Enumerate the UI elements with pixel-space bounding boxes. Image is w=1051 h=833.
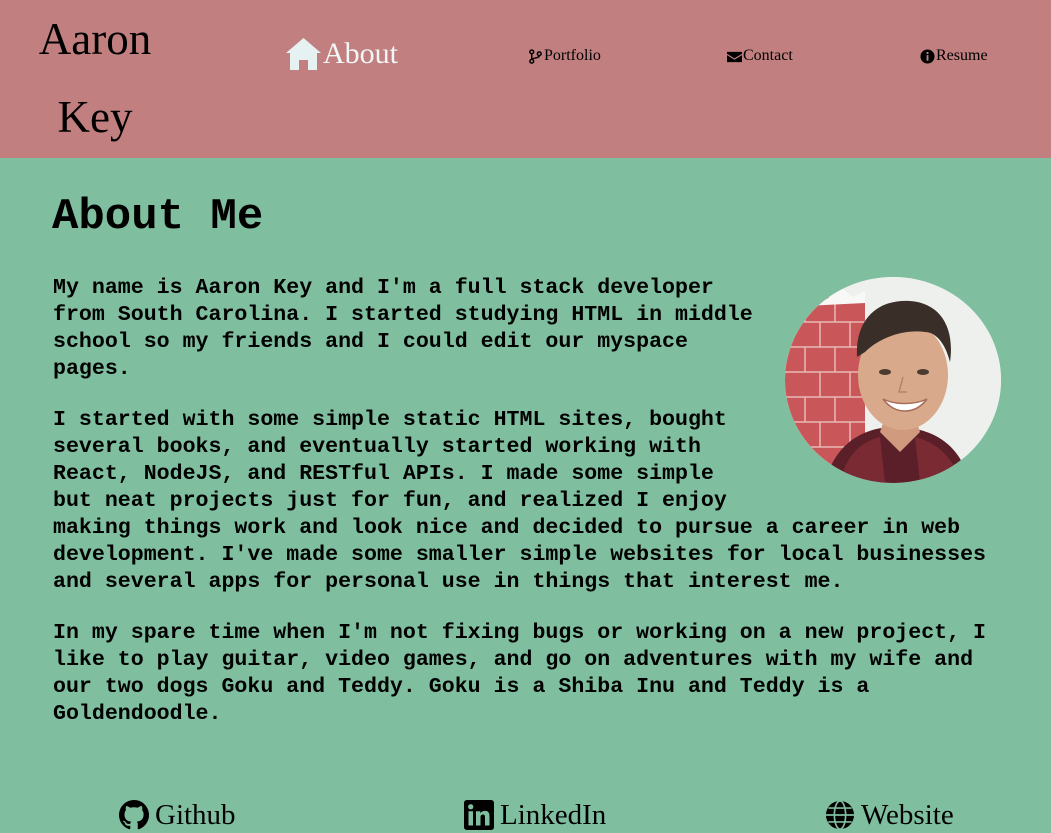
nav-about-link[interactable]: About xyxy=(285,34,398,74)
about-content: My name is Aaron Key and I'm a full stac… xyxy=(53,275,1001,752)
nav-resume-label: Resume xyxy=(936,47,988,64)
about-paragraph-3: In my spare time when I'm not fixing bug… xyxy=(53,621,987,726)
github-icon xyxy=(119,800,149,830)
nav-portfolio-label: Portfolio xyxy=(544,47,601,64)
github-link[interactable]: Github xyxy=(119,797,236,833)
envelope-icon xyxy=(727,51,742,62)
about-section: About Me My name is Aaron Key and I'm a … xyxy=(0,158,1051,831)
site-brand: Aaron Key xyxy=(30,12,160,144)
linkedin-label: LinkedIn xyxy=(500,798,607,831)
brand-last-name: Key xyxy=(57,92,133,142)
linkedin-icon xyxy=(464,800,494,830)
website-link[interactable]: Website xyxy=(825,797,954,833)
linkedin-link[interactable]: LinkedIn xyxy=(464,797,606,833)
nav-resume-link[interactable]: Resume xyxy=(920,46,988,66)
nav-about-label: About xyxy=(323,37,398,70)
site-header: Aaron Key About Portfolio Contact Resume xyxy=(0,0,1051,158)
website-label: Website xyxy=(861,798,954,831)
profile-portrait-image xyxy=(785,277,1001,483)
page-title: About Me xyxy=(52,192,264,242)
nav-contact-link[interactable]: Contact xyxy=(727,46,793,66)
code-branch-icon xyxy=(529,48,542,64)
info-circle-icon xyxy=(920,48,935,64)
nav-contact-label: Contact xyxy=(743,47,793,64)
profile-photo xyxy=(785,277,1001,483)
globe-icon xyxy=(825,800,855,830)
brand-first-name: Aaron xyxy=(38,14,152,64)
nav-portfolio-link[interactable]: Portfolio xyxy=(528,46,601,66)
home-icon xyxy=(286,38,321,70)
social-links: Github LinkedIn Website xyxy=(0,797,1051,831)
github-label: Github xyxy=(155,798,236,831)
